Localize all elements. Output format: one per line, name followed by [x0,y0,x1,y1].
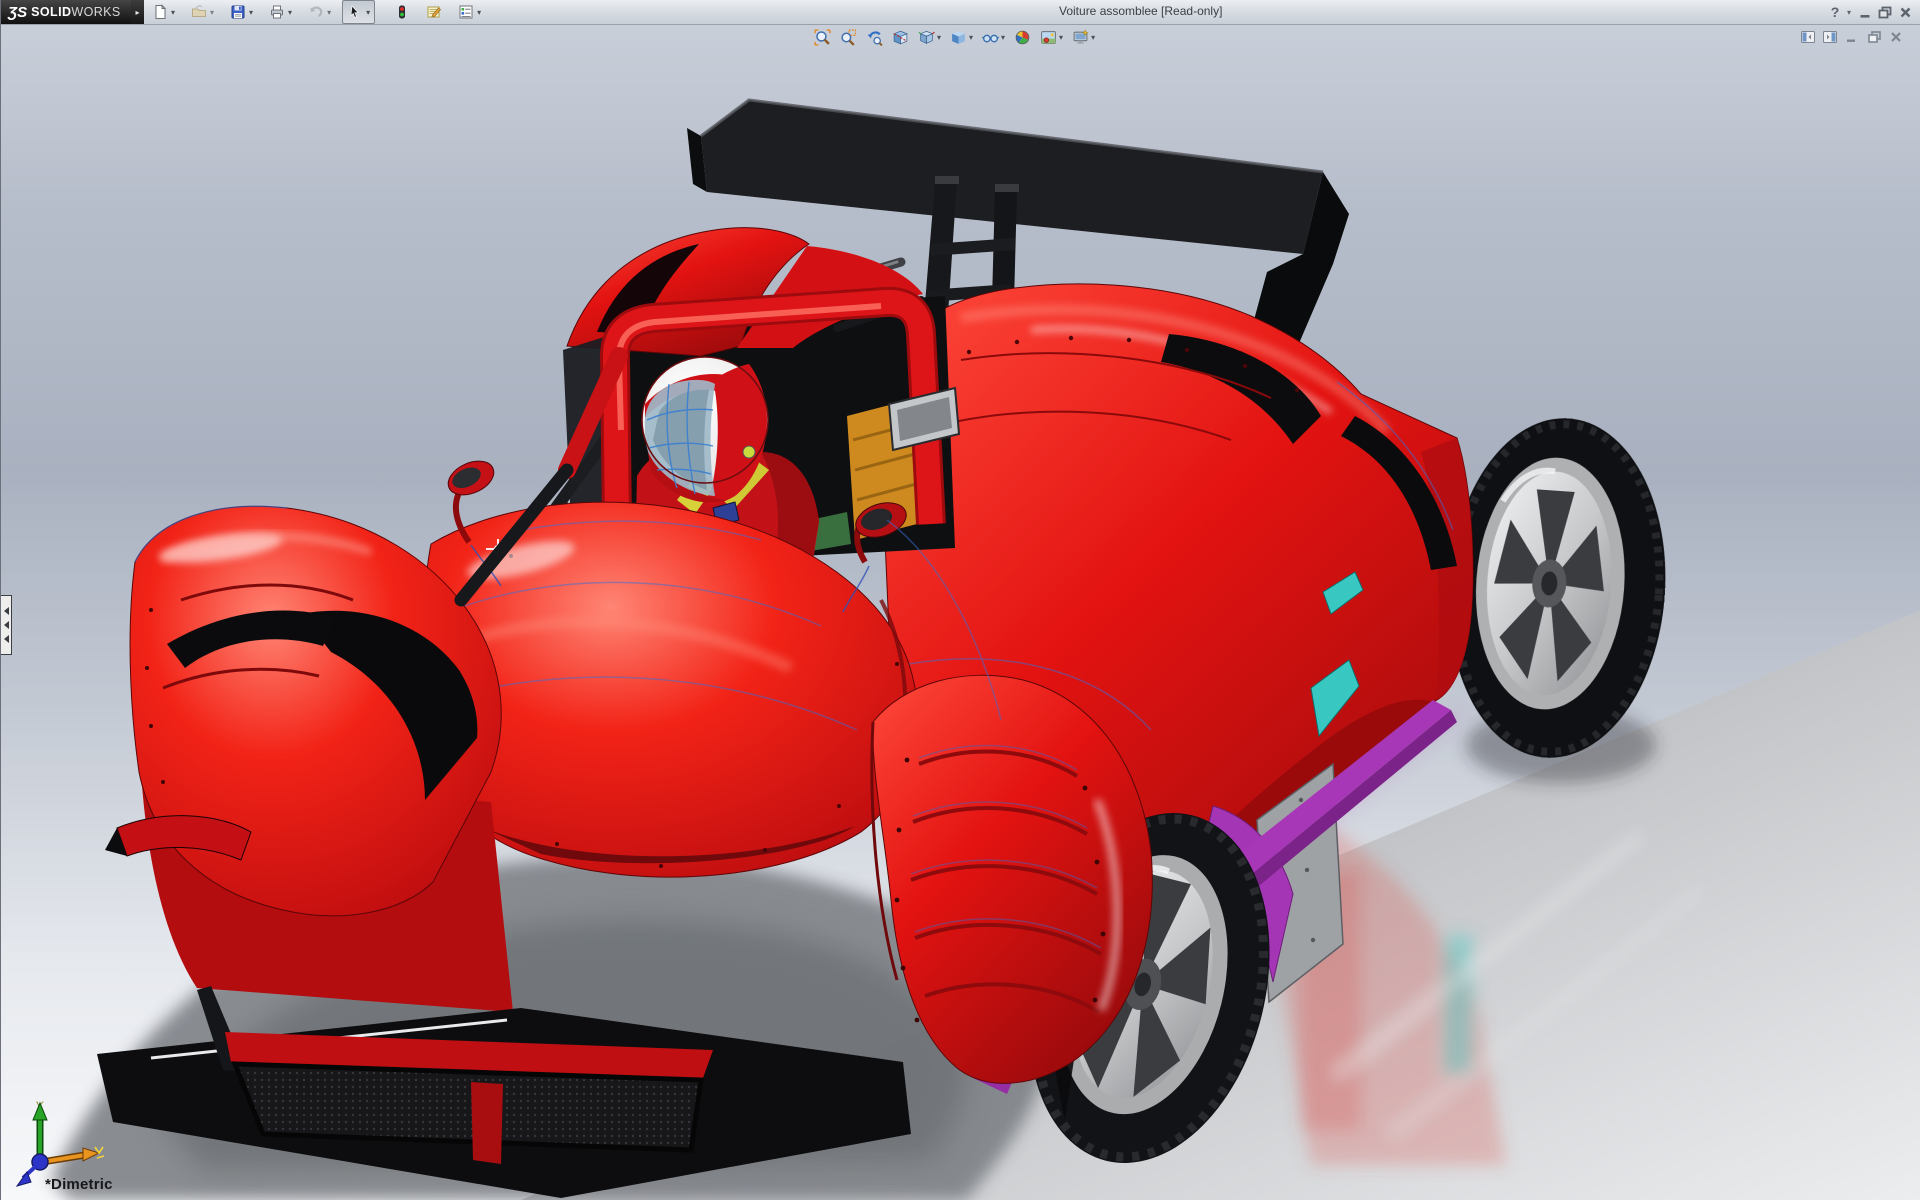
window-minimize-button[interactable] [1855,2,1875,22]
restore-icon [1878,6,1892,18]
dropdown-arrow-icon[interactable]: ▾ [477,8,481,17]
close-icon [1900,7,1910,17]
magnifier-area-icon [841,28,857,46]
document-window-controls [1797,29,1907,45]
back-arrow-icon [867,30,883,46]
heads-up-view-toolbar: ▾ ▾ ▾ ▾ ▾ [811,27,1101,47]
pane-right-icon [1823,31,1837,43]
section-view-button[interactable] [889,27,912,47]
eyeglasses-icon [982,34,1000,42]
pane-left-icon [1801,31,1815,43]
open-button[interactable]: ▾ [186,1,219,23]
print-icon [271,5,284,19]
options-checklist-icon [459,5,473,19]
minimize-icon [1860,14,1869,18]
help-button[interactable]: ? [1827,2,1843,22]
window-title: Voiture assomblee [Read-only] [1059,4,1223,18]
hide-show-items-button[interactable]: ▾ [979,27,1008,47]
dropdown-arrow-icon[interactable]: ▾ [210,8,214,17]
logo-solid-text: SOLID [31,5,72,19]
dropdown-arrow-icon[interactable]: ▾ [1059,33,1063,42]
solidworks-window: ▾ ▾ ▾ ▾ ▾ *Dimetric ƷS SOLID WORKS ▸ ▾ ▾… [0,0,1920,1200]
logo-works-text: WORKS [71,5,121,19]
undo-arrow-icon [310,6,323,17]
save-button[interactable]: ▾ [225,1,258,23]
select-tool-button[interactable]: ▾ [342,0,376,24]
monitor-star-icon [1073,28,1089,44]
undo-button[interactable]: ▾ [303,1,336,23]
pane-left-button[interactable] [1797,29,1819,45]
zoom-to-area-button[interactable] [837,27,860,47]
scene-icon [1041,30,1056,44]
window-close-button[interactable] [1895,2,1915,22]
minimize-icon [1847,39,1855,42]
dropdown-arrow-icon[interactable]: ▾ [969,33,973,42]
dropdown-arrow-icon[interactable]: ▾ [366,8,370,17]
open-folder-icon [192,4,207,17]
window-restore-button[interactable] [1875,2,1895,22]
collapse-arrow-icon [3,621,9,629]
standard-toolbar: ▾ ▾ ▾ ▾ ▾ ▾ ▾ [147,0,492,24]
print-button[interactable]: ▾ [264,1,297,23]
document-restore-button[interactable] [1863,29,1885,45]
close-icon [1891,32,1901,42]
titlebar: ƷS SOLID WORKS ▸ ▾ ▾ ▾ ▾ ▾ ▾ ▾ Voiture a… [1,0,1920,25]
solidworks-logo: ƷS SOLID WORKS [1,0,131,24]
traffic-light-icon [399,5,406,19]
dropdown-arrow-icon[interactable]: ▾ [1001,33,1005,42]
apply-scene-button[interactable]: ▾ [1037,27,1066,47]
menu-flyout-arrow[interactable]: ▸ [131,0,144,24]
new-document-icon [155,4,167,19]
view-settings-button[interactable]: ▾ [1069,27,1098,47]
race-car-model-render [51,98,1920,1200]
document-close-button[interactable] [1885,29,1907,45]
dropdown-arrow-icon[interactable]: ▾ [249,8,253,17]
zoom-to-fit-button[interactable] [811,27,834,47]
featuremanager-collapsed-handle[interactable] [1,595,12,655]
collapse-arrow-icon [3,635,9,643]
save-floppy-icon [231,5,245,19]
magnifier-icon [814,28,831,46]
view-orientation-label: *Dimetric [45,1176,113,1193]
restore-icon [1867,31,1881,43]
logo-3s-glyph: ƷS [8,3,28,21]
view-orientation-button[interactable]: ▾ [915,27,944,47]
previous-view-button[interactable] [863,27,886,47]
file-properties-button[interactable] [421,1,447,23]
display-style-button[interactable]: ▾ [947,27,976,47]
window-controls: ? ▾ [1827,0,1915,24]
orientation-cube-icon [918,30,935,44]
color-ball-icon [1015,30,1030,44]
dropdown-arrow-icon[interactable]: ▾ [288,8,292,17]
dropdown-arrow-icon[interactable]: ▾ [327,8,331,17]
edit-appearance-button[interactable] [1011,27,1034,47]
rebuild-button[interactable] [389,1,415,23]
document-minimize-button[interactable] [1841,29,1863,45]
shaded-cube-icon [952,30,965,44]
section-cube-icon [893,30,908,44]
new-document-button[interactable]: ▾ [147,1,180,23]
dropdown-arrow-icon[interactable]: ▾ [171,8,175,17]
collapse-arrow-icon [3,607,9,615]
select-cursor-icon [350,5,359,18]
note-pencil-icon [427,6,442,18]
dropdown-arrow-icon[interactable]: ▾ [937,33,941,42]
dropdown-arrow-icon[interactable]: ▾ [1091,33,1095,42]
pane-right-button[interactable] [1819,29,1841,45]
graphics-viewport[interactable]: ▾ ▾ ▾ ▾ ▾ *Dimetric [1,24,1920,1200]
options-button[interactable]: ▾ [453,1,486,23]
help-dropdown[interactable]: ▾ [1843,2,1855,22]
